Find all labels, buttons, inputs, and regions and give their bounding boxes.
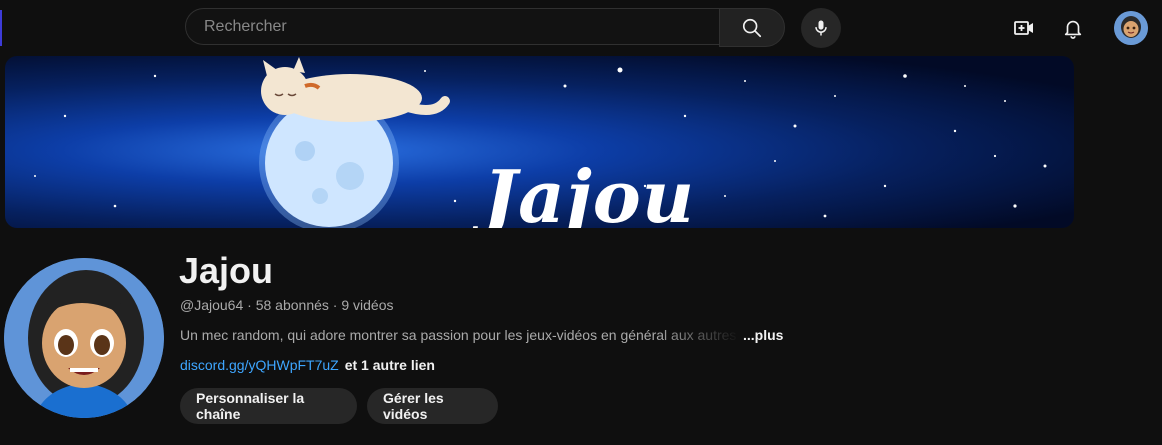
discord-link[interactable]: discord.gg/yQHWpFT7uZ [180,357,339,373]
create-icon [1014,21,1033,35]
description-more-link[interactable]: ...plus [743,327,783,343]
search-box [185,8,719,45]
search-input[interactable] [202,16,719,37]
mic-icon [815,20,827,36]
manage-videos-button[interactable]: Gérer les vidéos [367,388,498,424]
channel-name: Jajou [179,250,274,291]
search-button[interactable] [719,8,785,47]
channel-avatar-image [4,258,164,418]
avatar-image [1114,11,1148,45]
channel-description[interactable]: Un mec random, qui adore montrer sa pass… [180,327,740,343]
sidebar-edge [0,10,2,46]
voice-search-button[interactable] [801,8,841,48]
channel-meta: @Jajou64 · 58 abonnés · 9 vidéos [180,297,394,313]
other-links[interactable]: et 1 autre lien [345,357,435,373]
customize-channel-button[interactable]: Personnaliser la chaîne [180,388,357,424]
notifications-icon [1064,20,1082,39]
meta-separator: · [243,297,256,313]
banner-title: Jajou [483,154,696,228]
account-avatar[interactable] [1114,11,1148,45]
create-button[interactable] [1007,11,1041,45]
channel-avatar[interactable] [4,258,164,418]
video-count: 9 vidéos [341,297,394,313]
channel-links: discord.gg/yQHWpFT7uZ et 1 autre lien [180,357,435,373]
meta-separator: · [328,297,342,313]
notifications-button[interactable] [1056,11,1090,45]
channel-banner: Jajou [5,56,1074,228]
search-icon [742,18,762,37]
subscriber-count: 58 abonnés [255,297,329,313]
channel-handle: @Jajou64 [180,297,244,313]
search-bar [185,8,785,47]
